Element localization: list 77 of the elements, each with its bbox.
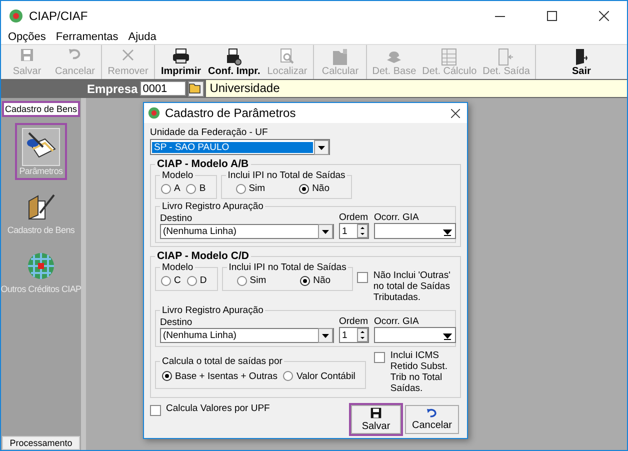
field-label: Ordem xyxy=(339,316,369,327)
empresa-name-field[interactable]: Universidade xyxy=(206,80,627,97)
sidebar-tab[interactable]: Cadastro de Bens xyxy=(2,101,80,117)
section-title: CIAP - Modelo C/D xyxy=(156,251,250,262)
exit-door-icon xyxy=(574,48,588,66)
toolbar-button[interactable]: Sair xyxy=(557,45,606,79)
checkbox[interactable]: Inclui ICMS Retido Subst. Trib no Total Saídas. xyxy=(374,350,456,394)
notebook-pen-icon xyxy=(26,193,56,221)
close-icon[interactable] xyxy=(599,10,609,20)
undo-icon xyxy=(426,408,438,418)
empresa-label: Empresa xyxy=(87,82,138,96)
caret-icon[interactable] xyxy=(314,140,329,154)
spin-arrows-icon[interactable] xyxy=(357,328,368,342)
dialog-button[interactable]: Salvar xyxy=(351,405,401,434)
dialog-button[interactable]: Cancelar xyxy=(405,405,459,434)
field-label: Ocorr. GIA xyxy=(374,212,420,223)
group-title: Calcula o total de saídas por xyxy=(161,356,284,366)
field-label: Destino xyxy=(160,317,194,328)
app-icon xyxy=(9,8,23,22)
empresa-code-field[interactable]: 0001 xyxy=(140,81,186,96)
gia-field[interactable] xyxy=(374,327,456,343)
spin-arrows-icon[interactable] xyxy=(357,224,368,238)
globe-grid-icon xyxy=(27,252,55,280)
save-icon xyxy=(370,407,382,419)
group-title: Modelo xyxy=(161,262,194,273)
dialog-title: Cadastro de Parâmetros xyxy=(165,106,297,120)
spreadsheet-icon xyxy=(441,48,458,66)
radio-button[interactable]: Não xyxy=(300,275,331,286)
group-title: Inclui IPI no Total de Saídas xyxy=(226,170,346,181)
document-arrow-icon xyxy=(498,48,514,66)
checkbox[interactable]: Não Inclui 'Outras' no total de Saídas Tributadas. xyxy=(357,270,456,303)
folder-icon xyxy=(189,83,202,94)
maximize-icon[interactable] xyxy=(547,10,557,20)
printer-icon xyxy=(226,48,242,66)
spin-field[interactable]: 1 xyxy=(339,223,369,239)
caret-icon[interactable] xyxy=(318,328,333,343)
radio-button[interactable]: Sim xyxy=(236,183,266,194)
caret-icon[interactable] xyxy=(318,224,333,239)
destino-dropdown[interactable]: (Nenhuma Linha) xyxy=(160,224,334,239)
menu-item[interactable]: Ferramentas xyxy=(56,31,118,43)
save-icon xyxy=(20,48,34,62)
group-title: Modelo xyxy=(161,170,194,181)
open-button[interactable] xyxy=(188,80,204,96)
checkbox[interactable]: Calcula Valores por UPF xyxy=(150,403,351,416)
radio-button[interactable]: D xyxy=(186,275,207,286)
sidebar-tab[interactable]: Processamento xyxy=(2,436,80,450)
group-title: Livro Registro Apuração xyxy=(161,305,264,316)
field-label: Ocorr. GIA xyxy=(374,316,420,327)
app-icon xyxy=(148,107,160,119)
menu-item[interactable]: Opções xyxy=(8,31,46,43)
group-title: Livro Registro Apuração xyxy=(161,201,264,212)
destino-dropdown[interactable]: (Nenhuma Linha) xyxy=(160,328,334,343)
radio-button[interactable]: Valor Contábil xyxy=(283,370,356,382)
window-title: CIAP/CIAF xyxy=(29,8,89,22)
field-label: Unidade da Federação - UF xyxy=(150,127,269,138)
spin-field[interactable]: 1 xyxy=(339,327,369,343)
radio-button[interactable]: Sim xyxy=(236,275,266,286)
radio-button[interactable]: C xyxy=(161,275,181,286)
close-icon[interactable] xyxy=(451,108,460,118)
uf-dropdown[interactable]: SP - SAO PAULO xyxy=(150,139,330,155)
radio-button[interactable]: Não xyxy=(299,183,330,194)
undo-icon xyxy=(68,48,82,60)
menu-item[interactable]: Ajuda xyxy=(128,31,156,43)
gia-field[interactable] xyxy=(374,223,456,239)
radio-button[interactable]: B xyxy=(186,183,206,194)
folder-icon xyxy=(332,48,348,66)
radio-button[interactable]: Base + Isentas + Outras xyxy=(162,370,278,382)
section-title: CIAP - Modelo A/B xyxy=(156,159,250,170)
document-search-icon xyxy=(279,48,296,64)
toolbar-button[interactable]: Imprimir xyxy=(157,45,205,79)
printer-icon xyxy=(172,48,190,64)
field-label: Ordem xyxy=(339,212,369,223)
radio-button[interactable]: A xyxy=(161,183,180,194)
close-icon xyxy=(121,48,135,62)
field-label: Destino xyxy=(160,213,194,224)
group-title: Inclui IPI no Total de Saídas xyxy=(228,262,348,273)
toolbar-button[interactable]: Conf. Impr. xyxy=(205,45,264,79)
